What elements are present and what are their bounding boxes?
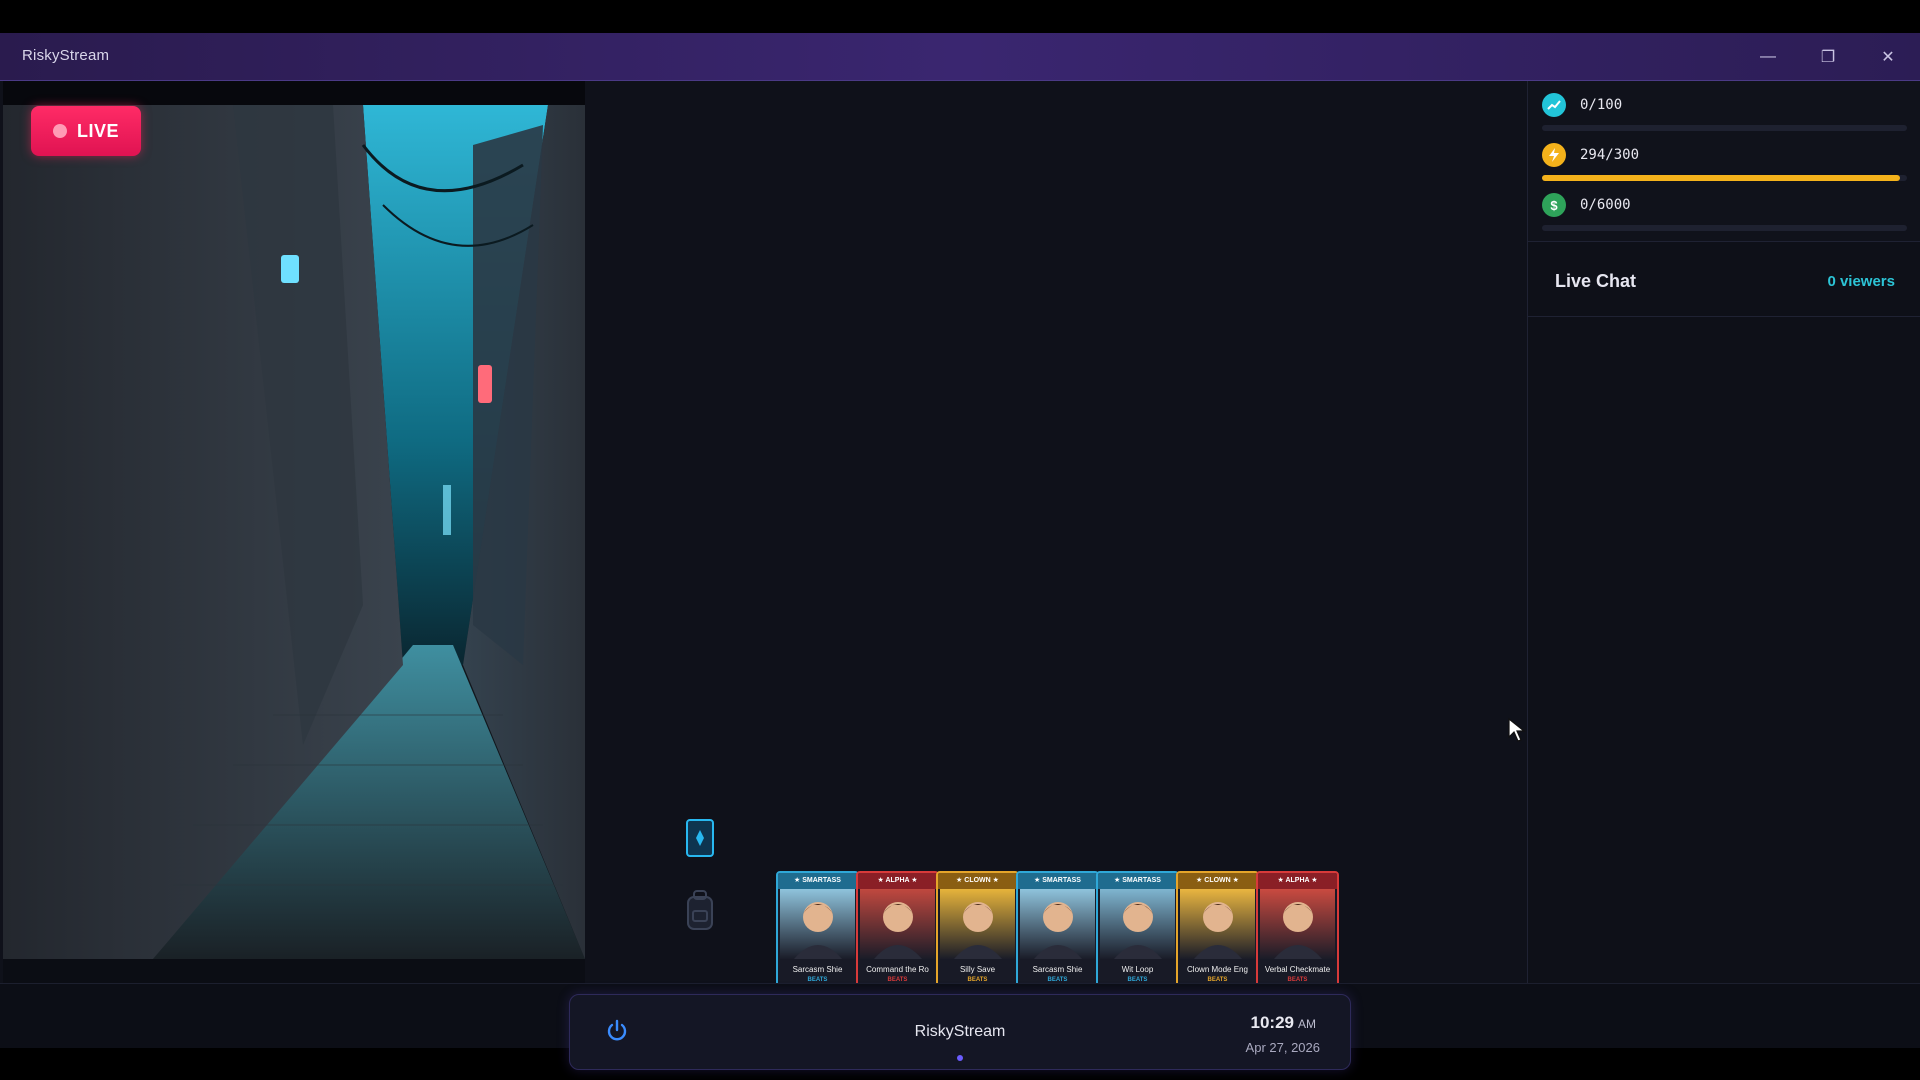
card-type-tag: ★ SMARTASS bbox=[778, 873, 857, 889]
card-character-art bbox=[1260, 889, 1335, 959]
mouse-cursor-icon bbox=[1508, 717, 1526, 742]
card-name: Silly Save bbox=[959, 965, 996, 974]
clock-ampm: AM bbox=[1298, 1017, 1316, 1031]
card-type-tag: ★ SMARTASS bbox=[1098, 873, 1177, 889]
app-window: RiskyStream — ❐ ✕ LIVE 0/100 294/300 $ 0… bbox=[0, 33, 1920, 1070]
close-button[interactable]: ✕ bbox=[1868, 42, 1908, 72]
card-type-tag: ★ ALPHA ★ bbox=[1258, 873, 1337, 889]
chat-title: Live Chat bbox=[1555, 271, 1637, 291]
app-title: RiskyStream bbox=[22, 47, 110, 64]
stat-money: $ 0/6000 bbox=[1542, 191, 1907, 231]
card-character-art bbox=[1100, 889, 1175, 959]
stat-money-bar bbox=[1542, 225, 1907, 231]
card-type-tag: ★ ALPHA ★ bbox=[858, 873, 937, 889]
card-character-art bbox=[1020, 889, 1095, 959]
chat-messages[interactable] bbox=[1528, 317, 1920, 983]
card-character-art bbox=[860, 889, 935, 959]
stat-followers-value: 0/100 bbox=[1580, 97, 1623, 113]
dollar-icon: $ bbox=[1542, 193, 1566, 217]
card-name: Wit Loop bbox=[1121, 965, 1154, 974]
card-type-tag: ★ SMARTASS bbox=[1018, 873, 1097, 889]
taskbar-dock: RiskyStream 10:29 AM Apr 27, 2026 bbox=[569, 994, 1351, 1070]
viewer-count: 0 viewers bbox=[1827, 273, 1895, 290]
stats-panel: 0/100 294/300 $ 0/6000 bbox=[1528, 81, 1920, 242]
minimize-button[interactable]: — bbox=[1748, 42, 1788, 72]
main-content: LIVE 0/100 294/300 $ 0/6000 Live Chat 0 … bbox=[0, 81, 1920, 1025]
stat-energy: 294/300 bbox=[1542, 141, 1907, 181]
title-bar[interactable]: RiskyStream — ❐ ✕ bbox=[0, 33, 1920, 81]
card-type-tag: ★ CLOWN ★ bbox=[938, 873, 1017, 889]
right-sidebar: 0/100 294/300 $ 0/6000 Live Chat 0 viewe… bbox=[1527, 81, 1920, 983]
trending-up-icon bbox=[1542, 93, 1566, 117]
stat-followers: 0/100 bbox=[1542, 91, 1907, 131]
dock-app-name[interactable]: RiskyStream bbox=[570, 1023, 1350, 1041]
clock-time: 10:29 AM bbox=[1251, 1013, 1316, 1033]
stat-money-value: 0/6000 bbox=[1580, 197, 1631, 213]
live-label: LIVE bbox=[76, 120, 119, 141]
card-name: Clown Mode Eng bbox=[1187, 965, 1248, 974]
clock-date: Apr 27, 2026 bbox=[1245, 1040, 1320, 1055]
card-character-art bbox=[1180, 889, 1255, 959]
clock-hhmm: 10:29 bbox=[1250, 1013, 1294, 1032]
card-character-art bbox=[780, 889, 855, 959]
active-indicator-dot bbox=[957, 1055, 963, 1061]
lightning-icon bbox=[1542, 143, 1566, 167]
card-name: Sarcasm Shie bbox=[1032, 965, 1083, 974]
stage-area bbox=[585, 81, 1527, 983]
stat-energy-bar bbox=[1542, 175, 1907, 181]
backpack-icon[interactable] bbox=[685, 889, 715, 933]
card-name: Sarcasm Shie bbox=[792, 965, 843, 974]
card-name: Command the Ro bbox=[866, 965, 929, 974]
stat-followers-bar bbox=[1542, 125, 1907, 131]
card-name: Verbal Checkmate bbox=[1264, 965, 1331, 974]
card-character-art bbox=[940, 889, 1015, 959]
maximize-button[interactable]: ❐ bbox=[1808, 42, 1848, 72]
chat-header: Live Chat 0 viewers bbox=[1528, 241, 1920, 317]
live-dot-icon bbox=[52, 124, 67, 138]
live-badge: LIVE bbox=[31, 106, 141, 156]
stat-energy-value: 294/300 bbox=[1580, 147, 1640, 163]
card-type-tag: ★ CLOWN ★ bbox=[1178, 873, 1257, 889]
card-deck-icon[interactable] bbox=[685, 818, 715, 858]
deck-controls bbox=[685, 818, 715, 933]
video-panel: LIVE bbox=[3, 81, 585, 983]
video-top-strip bbox=[3, 81, 585, 105]
alley-scene-image bbox=[3, 105, 585, 959]
